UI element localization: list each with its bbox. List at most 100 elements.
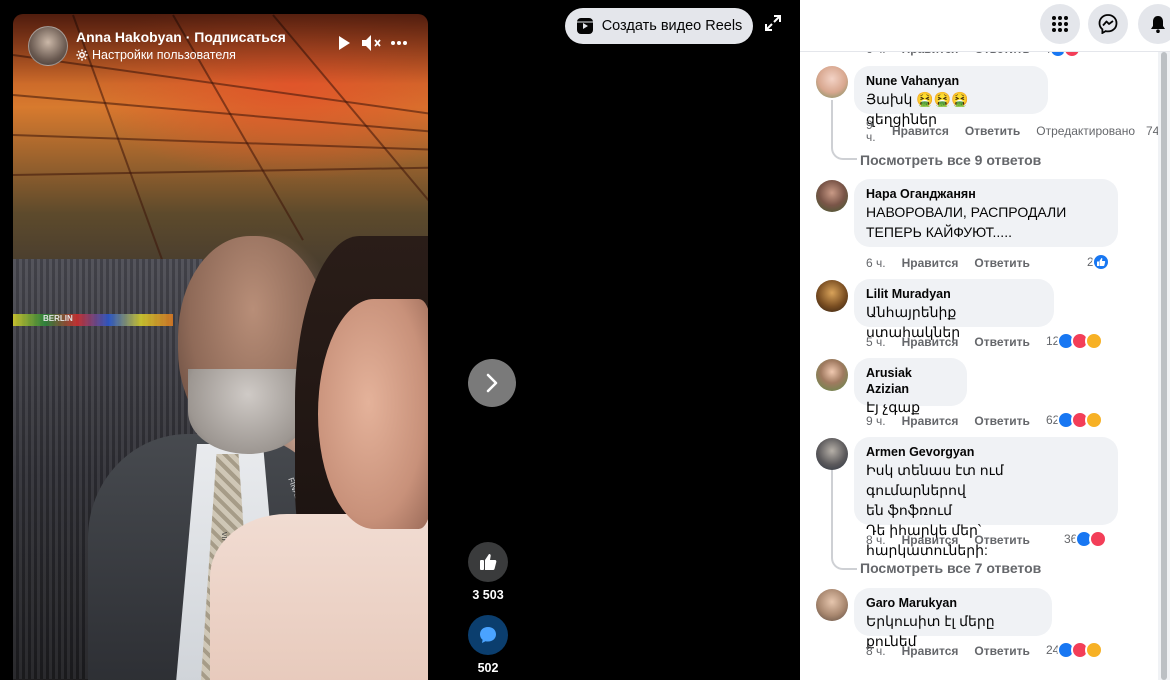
- comment-time: 8 ч.: [866, 644, 886, 658]
- comment-meta: 9 ч. Нравится Ответить: [866, 414, 1046, 428]
- separator: ·: [185, 29, 191, 45]
- like-link[interactable]: Нравится: [902, 335, 959, 349]
- apps-grid-button[interactable]: [1040, 4, 1080, 44]
- avatar[interactable]: [816, 280, 848, 312]
- reply-link[interactable]: Ответить: [974, 533, 1029, 547]
- comment-bubble: Nune Vahanyan Յախկ 🤮🤮🤮զեղցիներ: [854, 66, 1048, 127]
- edited-label: Отредактировано: [1036, 124, 1136, 138]
- angry-reaction-icon: [1089, 530, 1108, 548]
- like-link[interactable]: Нравится: [902, 533, 959, 547]
- like-button[interactable]: [468, 542, 508, 582]
- create-reels-label: Создать видео Reels: [601, 18, 743, 34]
- stadium-banner: BERLIN: [13, 314, 173, 326]
- reaction-summary[interactable]: 36: [1064, 530, 1108, 548]
- roof-rib: [13, 134, 428, 151]
- next-button[interactable]: [468, 359, 516, 407]
- reaction-summary[interactable]: 2: [1087, 253, 1110, 271]
- author-line: Anna Hakobyan · Подписаться: [76, 29, 286, 45]
- reaction-summary[interactable]: 62: [1046, 411, 1104, 429]
- haha-reaction-icon: [1085, 332, 1104, 350]
- like-link[interactable]: Нравится: [902, 414, 959, 428]
- like-reaction-icon: [1091, 253, 1110, 271]
- comment-bubble: Garo Marukyan Երկուսիտ էլ մերը քունեմ: [854, 588, 1052, 649]
- woman-face: [318, 299, 428, 529]
- comments-panel: 6 ч. Нравится Ответить 4 Nune Vahanyan Յ…: [800, 0, 1170, 680]
- comment-icon: [478, 625, 498, 645]
- expand-icon[interactable]: [762, 12, 784, 34]
- thread-curve: [831, 554, 857, 570]
- comment-bubble: Arusiak Azizian Էյ չգաք: [854, 358, 967, 415]
- reply-link[interactable]: Ответить: [974, 644, 1029, 658]
- haha-reaction-icon: [1085, 411, 1104, 429]
- avatar[interactable]: [816, 180, 848, 212]
- play-icon[interactable]: [334, 33, 354, 53]
- comment-text: НАВОРОВАЛИ, РАСПРОДАЛИ ТЕПЕРЬ КАЙФУЮТ...…: [866, 204, 1067, 240]
- man-beard: [188, 369, 308, 454]
- audience-line[interactable]: Настройки пользователя: [76, 48, 236, 62]
- comment-count: 502: [477, 661, 499, 675]
- avatar[interactable]: [816, 66, 848, 98]
- panel-top-bar: [800, 0, 1170, 52]
- notifications-button[interactable]: [1138, 4, 1170, 44]
- video-stage: BERLIN FINAL VIP Anna Hakobyan · Подписа…: [0, 0, 800, 680]
- follow-button[interactable]: Подписаться: [194, 29, 286, 45]
- apps-grid-icon: [1050, 14, 1070, 34]
- like-link[interactable]: Нравится: [892, 124, 949, 138]
- comment-time: 9 ч.: [866, 414, 886, 428]
- reply-link[interactable]: Ответить: [974, 335, 1029, 349]
- comment-meta: 9 ч. Нравится Ответить Отредактировано: [866, 119, 1136, 143]
- comment-time: 8 ч.: [866, 533, 886, 547]
- comment-time: 5 ч.: [866, 335, 886, 349]
- more-icon[interactable]: [389, 33, 409, 53]
- reaction-summary[interactable]: 24: [1046, 641, 1104, 659]
- next-icon: [484, 373, 500, 393]
- audience-label: Настройки пользователя: [92, 48, 236, 62]
- commenter-name[interactable]: Garo Marukyan: [866, 595, 1040, 611]
- like-count: 3 503: [472, 588, 504, 602]
- commenter-name[interactable]: Armen Gevorgyan: [866, 444, 1106, 460]
- comment-button[interactable]: [468, 615, 508, 655]
- avatar[interactable]: [816, 438, 848, 470]
- see-all-replies-link[interactable]: Посмотреть все 7 ответов: [860, 560, 1041, 576]
- avatar[interactable]: [816, 359, 848, 391]
- comment-meta: 5 ч. Нравится Ответить: [866, 335, 1046, 349]
- bell-icon: [1148, 14, 1168, 34]
- comment-meta: 8 ч. Нравится Ответить: [866, 533, 1046, 547]
- commenter-name[interactable]: Nune Vahanyan: [866, 73, 1036, 89]
- author-name[interactable]: Anna Hakobyan: [76, 29, 182, 45]
- roof-rib: [13, 166, 428, 176]
- comment-bubble: Armen Gevorgyan Իսկ տենաս էտ ում գումարն…: [854, 437, 1118, 558]
- author-avatar[interactable]: [28, 26, 68, 66]
- haha-reaction-icon: [1085, 641, 1104, 659]
- thread-line: [831, 100, 833, 148]
- like-link[interactable]: Нравится: [902, 256, 959, 270]
- comment-meta: 6 ч. Нравится Ответить: [866, 256, 1046, 270]
- like-link[interactable]: Нравится: [902, 644, 959, 658]
- see-all-replies-link[interactable]: Посмотреть все 9 ответов: [860, 152, 1041, 168]
- create-reels-button[interactable]: Создать видео Reels: [565, 8, 753, 44]
- scrollbar[interactable]: [1158, 52, 1170, 680]
- woman-shirt: [210, 514, 428, 680]
- gear-icon: [76, 49, 88, 61]
- commenter-name[interactable]: Arusiak Azizian: [866, 365, 955, 397]
- mute-icon[interactable]: [360, 33, 384, 53]
- commenter-name[interactable]: Lilit Muradyan: [866, 286, 1042, 302]
- messenger-button[interactable]: [1088, 4, 1128, 44]
- reply-link[interactable]: Ответить: [974, 256, 1029, 270]
- comment-meta: 8 ч. Нравится Ответить: [866, 644, 1046, 658]
- comment-bubble: Lilit Muradyan Անհայրենիք ստահակներ: [854, 279, 1054, 340]
- avatar[interactable]: [816, 589, 848, 621]
- reply-link[interactable]: Ответить: [965, 124, 1020, 138]
- thread-line: [831, 470, 833, 558]
- reply-link[interactable]: Ответить: [974, 414, 1029, 428]
- reels-icon: [576, 17, 594, 35]
- like-icon: [478, 552, 498, 572]
- thread-curve: [831, 144, 857, 160]
- scrollbar-thumb[interactable]: [1161, 52, 1167, 680]
- video-player[interactable]: BERLIN FINAL VIP: [13, 14, 428, 680]
- reaction-summary[interactable]: 12: [1046, 332, 1104, 350]
- comment-bubble: Нара Оганджанян НАВОРОВАЛИ, РАСПРОДАЛИ Т…: [854, 179, 1118, 247]
- commenter-name[interactable]: Нара Оганджанян: [866, 186, 1106, 202]
- comment-time: 6 ч.: [866, 256, 886, 270]
- messenger-icon: [1098, 14, 1118, 34]
